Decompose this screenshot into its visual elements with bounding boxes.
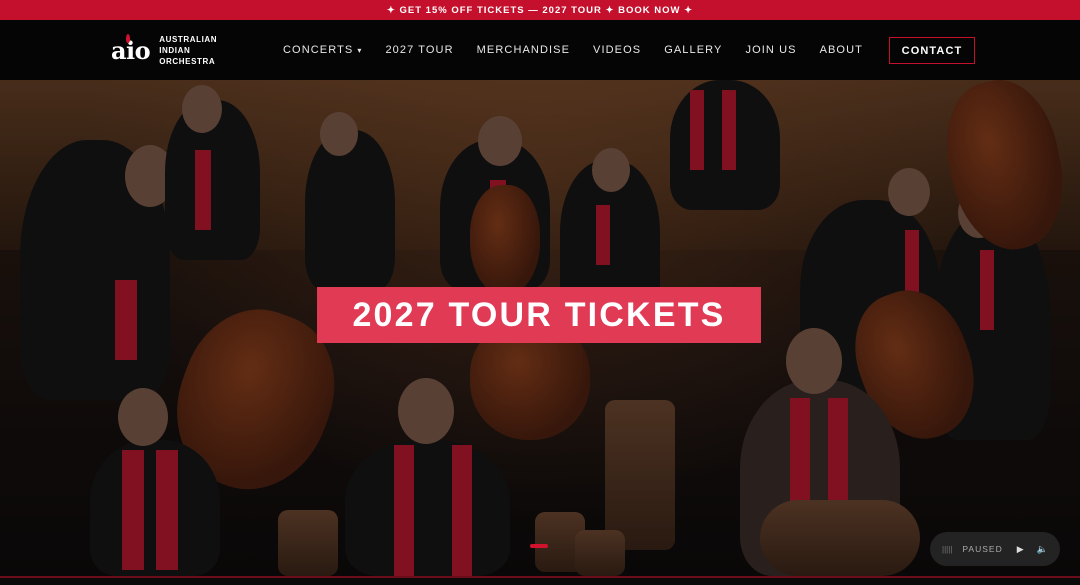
audio-status: PAUSED: [962, 544, 1003, 554]
audio-player: ||||| PAUSED ▶ 🔈: [930, 532, 1060, 566]
slide-indicator-active[interactable]: [530, 544, 548, 548]
main-navigation: aio AUSTRALIAN INDIAN ORCHESTRA CONCERTS…: [0, 20, 1080, 80]
nav-item-gallery[interactable]: GALLERY: [664, 44, 722, 56]
nav-item-label: JOIN US: [745, 44, 797, 56]
nav-item-join-us[interactable]: JOIN US: [745, 44, 796, 56]
nav-item-2027-tour[interactable]: 2027 TOUR: [385, 44, 453, 56]
promo-text[interactable]: ✦ GET 15% OFF TICKETS — 2027 TOUR ✦ BOOK…: [387, 5, 693, 16]
nav-menu: CONCERTS ▾ 2027 TOUR MERCHANDISE VIDEOS …: [283, 20, 886, 80]
nav-item-concerts[interactable]: CONCERTS ▾: [283, 44, 362, 56]
play-icon[interactable]: ▶: [1017, 544, 1025, 555]
logo-line-1: AUSTRALIAN: [159, 34, 218, 44]
logo-mark: aio: [111, 33, 151, 65]
logo-line-2: INDIAN: [159, 45, 191, 55]
hero-bottom-border: [0, 576, 1080, 585]
nav-item-label: CONCERTS: [283, 44, 354, 56]
flame-icon: [126, 33, 130, 43]
contact-button[interactable]: CONTACT: [889, 37, 975, 64]
contact-button-label: CONTACT: [901, 44, 963, 57]
logo-wordmark: AUSTRALIAN INDIAN ORCHESTRA: [159, 34, 217, 67]
nav-item-label: ABOUT: [819, 44, 863, 56]
logo-line-3: ORCHESTRA: [159, 56, 216, 66]
tour-tickets-label: 2027 TOUR TICKETS: [352, 295, 726, 334]
tour-tickets-button[interactable]: 2027 TOUR TICKETS: [317, 287, 761, 343]
volume-icon[interactable]: 🔈: [1037, 544, 1049, 555]
promo-banner[interactable]: ✦ GET 15% OFF TICKETS — 2027 TOUR ✦ BOOK…: [0, 0, 1080, 20]
nav-item-label: GALLERY: [664, 44, 723, 56]
nav-item-label: MERCHANDISE: [476, 44, 571, 56]
hero-slideshow: 2027 TOUR TICKETS ||||| PAUSED ▶ 🔈: [0, 80, 1080, 576]
site-logo[interactable]: aio AUSTRALIAN INDIAN ORCHESTRA: [111, 32, 217, 68]
nav-item-label: 2027 TOUR: [385, 44, 454, 56]
equalizer-icon: |||||: [942, 544, 953, 554]
nav-item-merchandise[interactable]: MERCHANDISE: [477, 44, 570, 56]
nav-item-videos[interactable]: VIDEOS: [593, 44, 641, 56]
nav-item-label: VIDEOS: [593, 44, 642, 56]
nav-item-about[interactable]: ABOUT: [820, 44, 863, 56]
chevron-down-icon: ▾: [357, 45, 363, 55]
